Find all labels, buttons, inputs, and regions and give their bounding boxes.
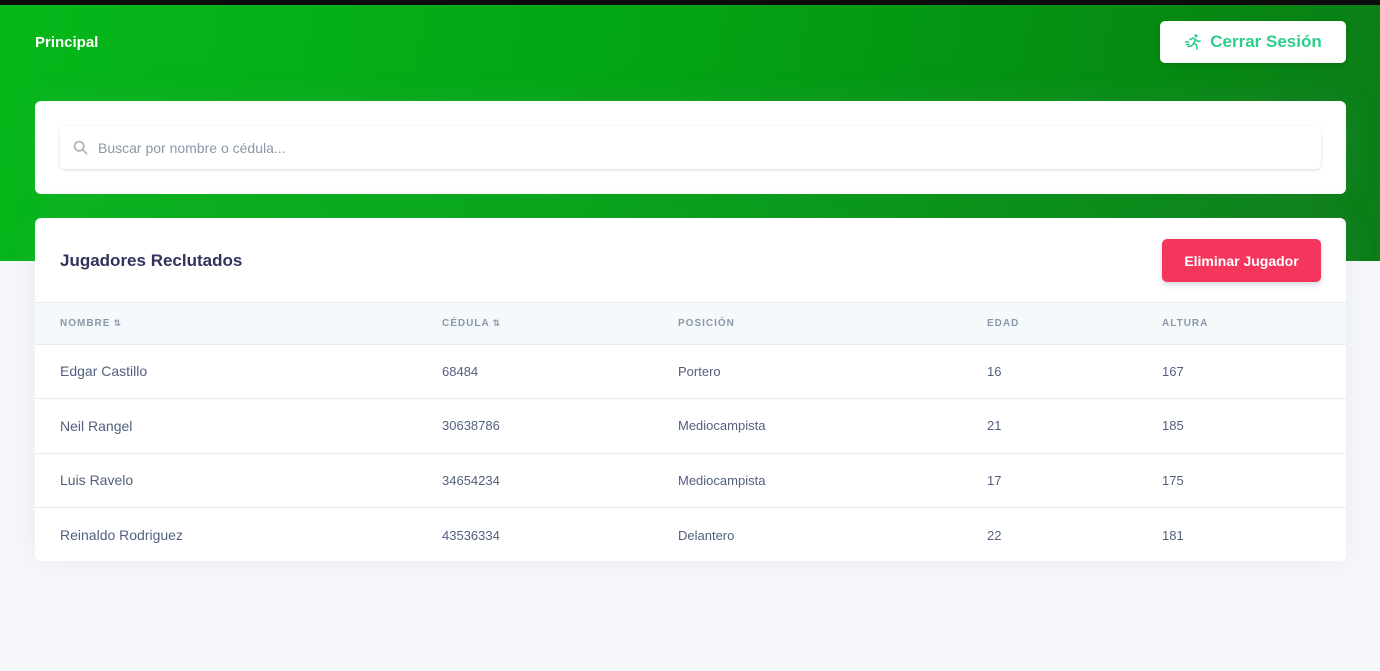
players-card: Jugadores Reclutados Eliminar Jugador No… xyxy=(35,218,1346,561)
player-position: Delantero xyxy=(653,507,962,561)
player-cedula: 34654234 xyxy=(417,452,653,508)
search-box xyxy=(60,126,1321,169)
player-age: 21 xyxy=(962,398,1137,453)
search-input[interactable] xyxy=(98,126,1321,169)
column-header-cedula[interactable]: Cédula ⇅ xyxy=(417,303,653,345)
player-age: 22 xyxy=(962,507,1137,561)
player-name: Neil Rangel xyxy=(35,398,417,453)
player-name: Edgar Castillo xyxy=(60,363,148,380)
sort-icon: ⇅ xyxy=(113,317,122,328)
player-height: 181 xyxy=(1137,507,1346,561)
table-header-row: Nombre ⇅ Cédula ⇅ Posición Edad Altura xyxy=(35,303,1346,345)
search-card xyxy=(35,101,1346,194)
player-name: Luis Ravelo xyxy=(35,452,417,508)
logout-label: Cerrar Sesión xyxy=(1210,32,1322,51)
table-row[interactable]: Edgar Castillo 68484 Portero 16 167 xyxy=(35,344,1346,399)
player-position: Mediocampista xyxy=(653,452,962,508)
player-height: 167 xyxy=(1162,363,1184,379)
table-row[interactable]: Reinaldo Rodriguez 43536334 Delantero 22… xyxy=(35,507,1346,561)
player-cedula: 30638786 xyxy=(417,398,653,453)
column-label: Cédula xyxy=(442,317,490,329)
logout-button[interactable]: Cerrar Sesión xyxy=(1160,21,1346,63)
running-person-icon xyxy=(1184,33,1202,51)
player-position: Portero xyxy=(678,363,721,379)
player-cedula: 43536334 xyxy=(417,507,653,561)
players-card-header: Jugadores Reclutados Eliminar Jugador xyxy=(35,218,1346,303)
players-table: Nombre ⇅ Cédula ⇅ Posición Edad Altura Edg… xyxy=(35,303,1346,561)
players-title: Jugadores Reclutados xyxy=(60,251,243,270)
player-cedula: 68484 xyxy=(442,363,479,379)
column-header-edad: Edad xyxy=(962,303,1137,345)
column-label: Edad xyxy=(987,317,1020,329)
sort-icon: ⇅ xyxy=(492,317,502,328)
column-label: Altura xyxy=(1162,317,1209,329)
table-row[interactable]: Neil Rangel 30638786 Mediocampista 21 18… xyxy=(35,398,1346,453)
player-height: 185 xyxy=(1137,398,1346,453)
player-position: Mediocampista xyxy=(653,398,962,453)
column-label: Nombre xyxy=(60,317,111,329)
column-header-nombre[interactable]: Nombre ⇅ xyxy=(35,303,417,345)
player-age: 17 xyxy=(962,452,1137,508)
player-name: Reinaldo Rodriguez xyxy=(35,507,417,561)
brand-link[interactable]: Principal xyxy=(35,34,98,51)
column-header-altura: Altura xyxy=(1137,303,1346,345)
delete-player-button[interactable]: Eliminar Jugador xyxy=(1162,239,1321,282)
column-label: Posición xyxy=(678,317,735,329)
column-header-posicion: Posición xyxy=(653,303,962,345)
player-height: 175 xyxy=(1137,452,1346,508)
table-row[interactable]: Luis Ravelo 34654234 Mediocampista 17 17… xyxy=(35,452,1346,508)
player-age: 16 xyxy=(987,363,1002,379)
search-icon xyxy=(73,140,88,155)
